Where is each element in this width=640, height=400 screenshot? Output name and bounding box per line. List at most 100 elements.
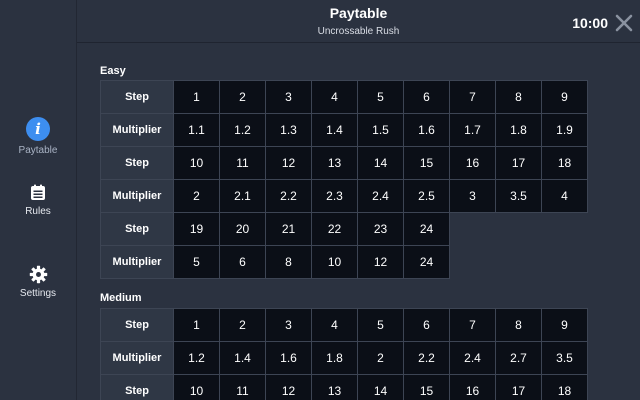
step-cell: 9 [541,308,588,342]
multiplier-cell: 1.6 [403,113,450,147]
empty-cell [542,213,588,246]
step-cell: 21 [265,212,312,246]
table-row: Multiplier 1.2 1.4 1.6 1.8 2 2.2 2.4 2.7 3.5 [100,341,588,375]
step-cell: 8 [495,308,542,342]
section-title-medium: Medium [100,292,142,304]
step-cell: 11 [219,374,266,400]
step-cell: 20 [219,212,266,246]
close-icon[interactable] [614,13,634,33]
gear-icon [29,265,47,284]
multiplier-cell: 2.5 [403,179,450,213]
step-cell: 8 [495,80,542,114]
step-cell: 19 [173,212,220,246]
multiplier-cell: 2.1 [219,179,266,213]
multiplier-cell: 2 [357,341,404,375]
step-row-label: Step [100,80,174,114]
multiplier-row-label: Multiplier [100,179,174,213]
table-row: Step 10 11 12 13 14 15 16 17 18 [100,146,588,180]
step-cell: 4 [311,308,358,342]
multiplier-cell: 8 [265,245,312,279]
paytable-screen: i Paytable Rules Settings Paytable Uncro… [0,0,640,400]
paytable-content: Easy Step 1 2 3 4 5 6 7 8 9 Multiplier 1.1 1.2 1.3 1.4… [77,43,640,400]
multiplier-row-label: Multiplier [100,113,174,147]
table-row: Step 1 2 3 4 5 6 7 8 9 [100,80,588,114]
paytable-medium: Step 1 2 3 4 5 6 7 8 9 Multiplier 1.2 1.4 1.6 1.8 2 2.2 2… [100,308,588,400]
step-row-label: Step [100,374,174,400]
multiplier-cell: 3.5 [541,341,588,375]
multiplier-cell: 2 [173,179,220,213]
table-row: Multiplier 5 6 8 10 12 24 [100,245,588,279]
table-row: Step 19 20 21 22 23 24 [100,212,588,246]
step-cell: 14 [357,146,404,180]
info-icon: i [26,117,50,141]
step-cell: 15 [403,374,450,400]
clock: 10:00 [572,15,608,31]
step-cell: 13 [311,146,358,180]
step-cell: 23 [357,212,404,246]
multiplier-cell: 24 [403,245,450,279]
sidebar: i Paytable Rules Settings [0,0,77,400]
step-cell: 2 [219,308,266,342]
step-cell: 16 [449,146,496,180]
multiplier-cell: 3 [449,179,496,213]
game-name: Uncrossable Rush [317,26,400,37]
multiplier-cell: 5 [173,245,220,279]
multiplier-cell: 2.2 [265,179,312,213]
sidebar-item-label: Rules [25,206,51,217]
step-cell: 15 [403,146,450,180]
multiplier-cell: 4 [541,179,588,213]
step-cell: 11 [219,146,266,180]
sidebar-item-settings[interactable]: Settings [0,265,76,299]
empty-cell [496,246,542,279]
step-cell: 22 [311,212,358,246]
paytable-easy: Step 1 2 3 4 5 6 7 8 9 Multiplier 1.1 1.2 1.3 1.4 1.5 1.… [100,80,588,279]
multiplier-cell: 2.7 [495,341,542,375]
step-cell: 16 [449,374,496,400]
multiplier-cell: 6 [219,245,266,279]
step-cell: 10 [173,146,220,180]
step-cell: 2 [219,80,266,114]
multiplier-cell: 2.4 [449,341,496,375]
step-cell: 14 [357,374,404,400]
multiplier-cell: 1.2 [219,113,266,147]
sidebar-item-rules[interactable]: Rules [0,184,76,217]
multiplier-cell: 1.9 [541,113,588,147]
multiplier-cell: 1.1 [173,113,220,147]
multiplier-cell: 1.4 [311,113,358,147]
empty-cell [496,213,542,246]
section-title-easy: Easy [100,65,126,77]
step-cell: 6 [403,308,450,342]
header: Paytable Uncrossable Rush 10:00 [77,0,640,43]
step-cell: 3 [265,308,312,342]
document-icon [31,184,45,200]
step-cell: 13 [311,374,358,400]
step-cell: 18 [541,374,588,400]
multiplier-cell: 1.8 [311,341,358,375]
multiplier-cell: 1.2 [173,341,220,375]
step-cell: 3 [265,80,312,114]
multiplier-cell: 1.6 [265,341,312,375]
step-cell: 17 [495,146,542,180]
step-row-label: Step [100,308,174,342]
step-cell: 6 [403,80,450,114]
multiplier-row-label: Multiplier [100,341,174,375]
multiplier-cell: 2.3 [311,179,358,213]
empty-cell [450,213,496,246]
step-cell: 5 [357,80,404,114]
step-cell: 18 [541,146,588,180]
step-cell: 1 [173,308,220,342]
step-cell: 5 [357,308,404,342]
multiplier-cell: 1.5 [357,113,404,147]
multiplier-cell: 1.7 [449,113,496,147]
multiplier-cell: 3.5 [495,179,542,213]
sidebar-item-label: Settings [19,288,57,299]
step-cell: 7 [449,80,496,114]
step-cell: 24 [403,212,450,246]
table-row: Multiplier 2 2.1 2.2 2.3 2.4 2.5 3 3.5 4 [100,179,588,213]
table-row: Multiplier 1.1 1.2 1.3 1.4 1.5 1.6 1.7 1.8 1.9 [100,113,588,147]
multiplier-cell: 1.3 [265,113,312,147]
sidebar-item-paytable[interactable]: i Paytable [0,117,76,156]
step-row-label: Step [100,212,174,246]
step-cell: 9 [541,80,588,114]
step-cell: 7 [449,308,496,342]
